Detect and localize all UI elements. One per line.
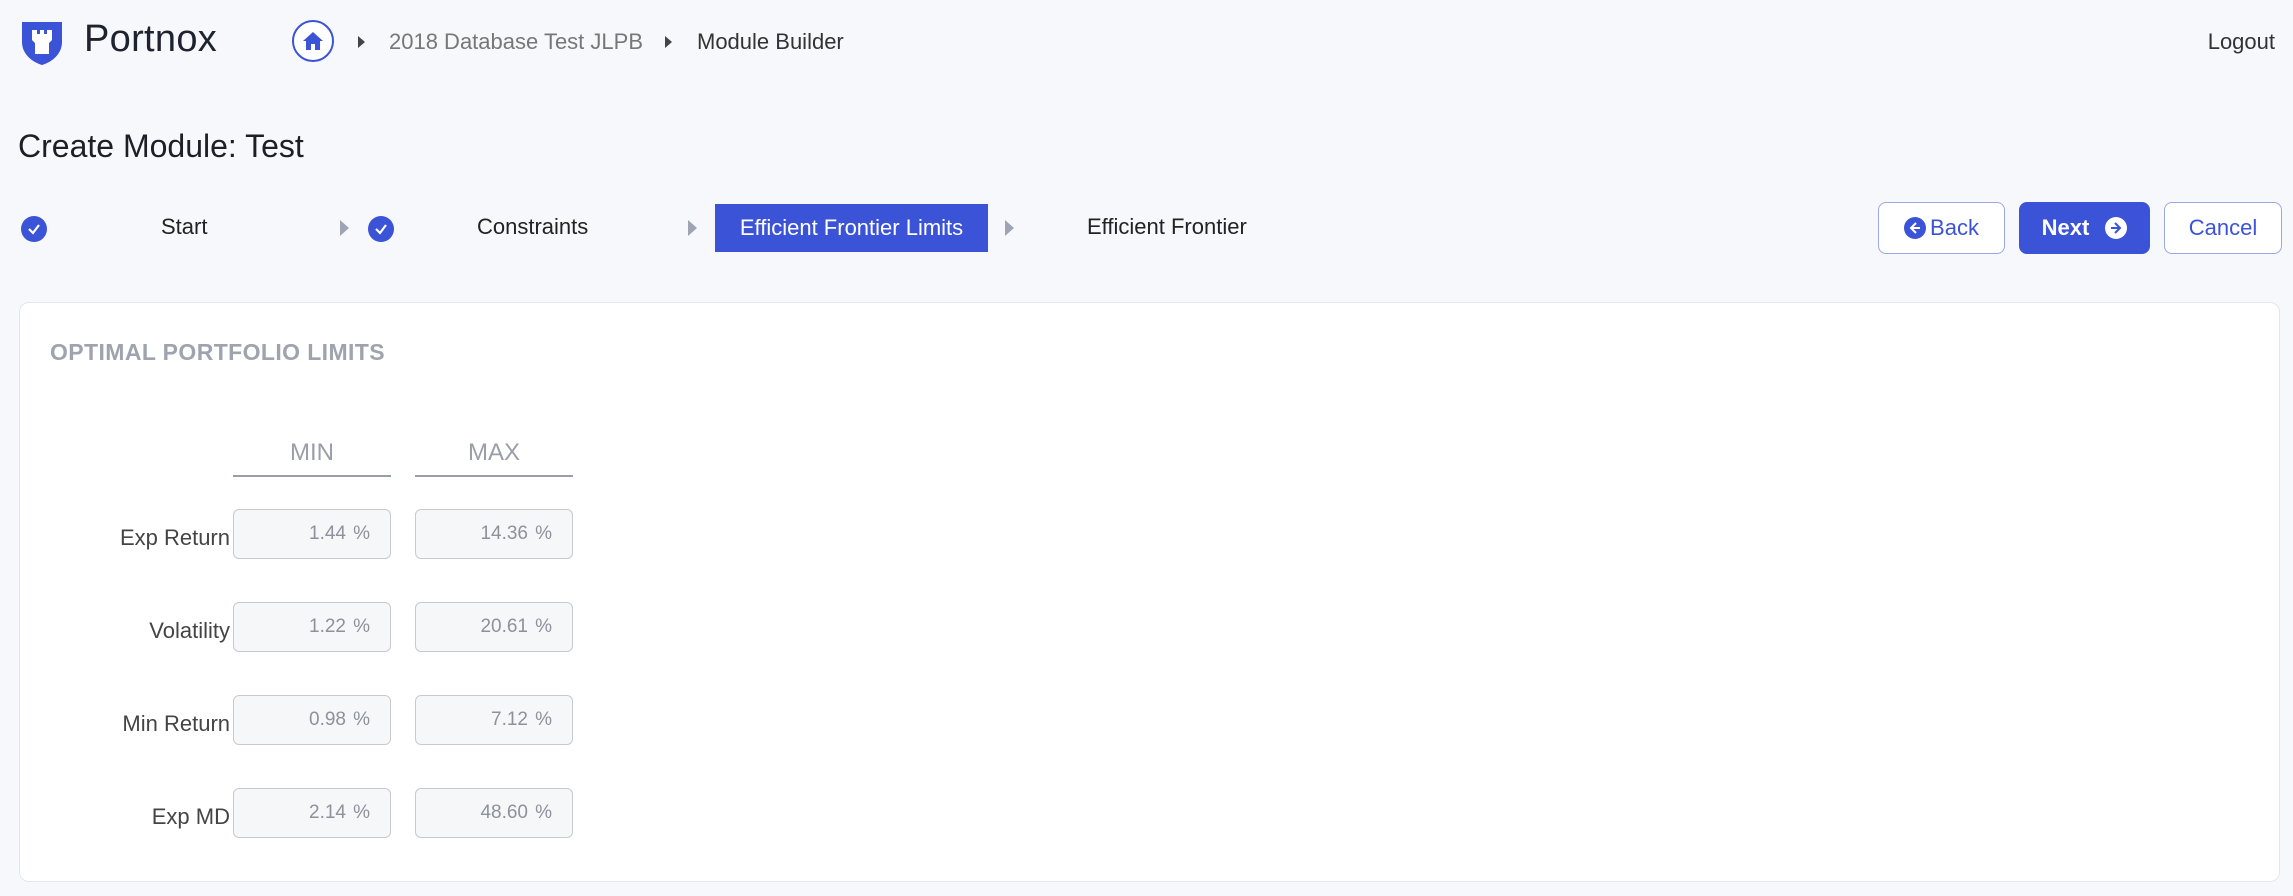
field-value: 1.22 [309,616,346,637]
max-column-header: MAX [415,439,573,477]
field-unit: % [535,616,552,637]
row-label-min-return: Min Return [122,711,230,736]
field-value: 1.44 [309,523,346,544]
next-button[interactable]: Next [2019,202,2150,254]
shield-tower-icon[interactable] [18,18,66,66]
step-arrow-icon [340,220,349,236]
back-button[interactable]: Back [1878,202,2005,254]
step-start[interactable]: Start [161,214,207,240]
field-value: 7.12 [491,709,528,730]
field-value: 14.36 [480,523,528,544]
breadcrumb-item-database[interactable]: 2018 Database Test JLPB [389,29,643,55]
min-return-max-field[interactable]: 7.12 % [415,695,573,745]
check-icon [21,216,47,242]
field-unit: % [353,616,370,637]
check-icon [368,216,394,242]
field-unit: % [535,802,552,823]
field-unit: % [353,709,370,730]
row-label-exp-return: Exp Return [119,525,230,550]
limits-card: OPTIMAL PORTFOLIO LIMITS MIN MAX Exp Ret… [19,302,2280,882]
volatility-max-field[interactable]: 20.61 % [415,602,573,652]
top-bar: Portnox 2018 Database Test JLPB Module B… [0,0,2293,84]
exp-md-max-field[interactable]: 48.60 % [415,788,573,838]
row-label-volatility: Volatility [149,618,230,643]
field-value: 20.61 [480,616,528,637]
min-column-header: MIN [233,439,391,477]
section-title: OPTIMAL PORTFOLIO LIMITS [50,339,385,365]
min-return-min-field[interactable]: 0.98 % [233,695,391,745]
page-title: Create Module: Test [18,128,304,164]
step-arrow-icon [1005,220,1014,236]
row-label-exp-md: Exp MD [151,804,230,829]
step-arrow-icon [688,220,697,236]
home-button[interactable] [292,20,334,62]
step-efficient-frontier[interactable]: Efficient Frontier [1087,214,1247,240]
home-icon [303,32,323,50]
field-unit: % [353,523,370,544]
step-efficient-frontier-limits[interactable]: Efficient Frontier Limits [715,204,988,252]
field-unit: % [535,709,552,730]
logout-link[interactable]: Logout [2208,29,2275,55]
step-constraints[interactable]: Constraints [477,214,588,240]
breadcrumb-item-module-builder: Module Builder [697,29,844,54]
field-unit: % [535,523,552,544]
field-value: 0.98 [309,709,346,730]
arrow-right-circle-icon [2105,217,2128,239]
back-label: Back [1930,215,1979,240]
field-unit: % [353,802,370,823]
arrow-left-circle-icon [1904,217,1927,239]
field-value: 48.60 [480,802,528,823]
next-label: Next [2041,215,2090,240]
app-name[interactable]: Portnox [84,18,217,61]
cancel-button[interactable]: Cancel [2164,202,2282,254]
breadcrumb-separator-icon [665,36,672,48]
exp-md-min-field[interactable]: 2.14 % [233,788,391,838]
exp-return-min-field[interactable]: 1.44 % [233,509,391,559]
volatility-min-field[interactable]: 1.22 % [233,602,391,652]
field-value: 2.14 [309,802,346,823]
exp-return-max-field[interactable]: 14.36 % [415,509,573,559]
breadcrumb-separator-icon [358,36,365,48]
